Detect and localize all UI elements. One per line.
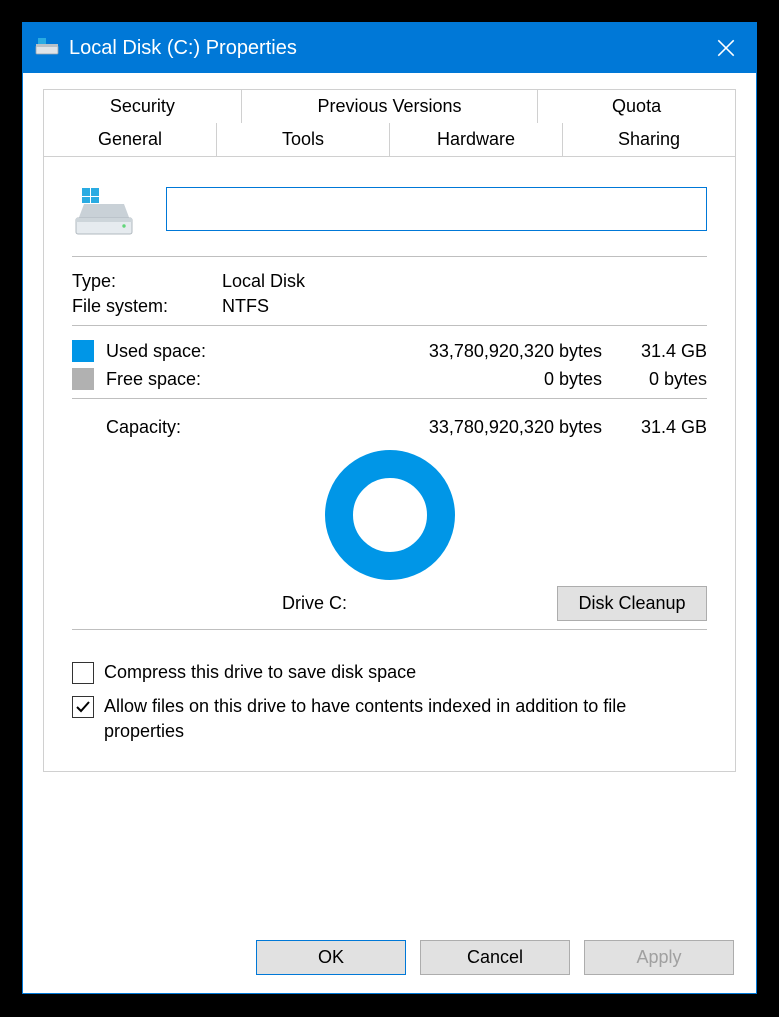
- dialog-footer: OK Cancel Apply: [23, 921, 756, 993]
- tab-security[interactable]: Security: [43, 89, 242, 123]
- filesystem-value: NTFS: [222, 296, 269, 317]
- separator: [72, 398, 707, 399]
- capacity-human: 31.4 GB: [612, 417, 707, 438]
- filesystem-label: File system:: [72, 296, 222, 317]
- drive-icon: [35, 36, 59, 61]
- tab-tools[interactable]: Tools: [217, 123, 390, 157]
- cancel-button[interactable]: Cancel: [420, 940, 570, 975]
- type-row: Type: Local Disk: [72, 271, 707, 292]
- volume-name-input[interactable]: [166, 187, 707, 231]
- disk-large-icon: [72, 184, 136, 234]
- used-space-row: Used space: 33,780,920,320 bytes 31.4 GB: [72, 340, 707, 362]
- ok-button[interactable]: OK: [256, 940, 406, 975]
- separator: [72, 325, 707, 326]
- disk-cleanup-button[interactable]: Disk Cleanup: [557, 586, 707, 621]
- tab-hardware[interactable]: Hardware: [390, 123, 563, 157]
- titlebar[interactable]: Local Disk (C:) Properties: [23, 23, 756, 73]
- free-space-label: Free space:: [106, 369, 246, 390]
- used-color-swatch: [72, 340, 94, 362]
- used-space-bytes: 33,780,920,320 bytes: [246, 341, 612, 362]
- tab-container: Security Previous Versions Quota General…: [43, 89, 736, 772]
- tab-panel-general: Type: Local Disk File system: NTFS Used …: [43, 156, 736, 772]
- capacity-bytes: 33,780,920,320 bytes: [246, 417, 612, 438]
- type-label: Type:: [72, 271, 222, 292]
- window-title: Local Disk (C:) Properties: [69, 37, 696, 60]
- capacity-label: Capacity:: [106, 417, 246, 438]
- free-space-bytes: 0 bytes: [246, 369, 612, 390]
- used-space-human: 31.4 GB: [612, 341, 707, 362]
- separator: [72, 629, 707, 630]
- capacity-row: Capacity: 33,780,920,320 bytes 31.4 GB: [72, 417, 707, 438]
- separator: [72, 256, 707, 257]
- filesystem-row: File system: NTFS: [72, 296, 707, 317]
- compress-label: Compress this drive to save disk space: [104, 660, 707, 684]
- type-value: Local Disk: [222, 271, 305, 292]
- tab-quota[interactable]: Quota: [538, 89, 736, 123]
- content-area: Security Previous Versions Quota General…: [23, 73, 756, 921]
- tab-general[interactable]: General: [43, 123, 217, 157]
- free-space-human: 0 bytes: [612, 369, 707, 390]
- apply-button[interactable]: Apply: [584, 940, 734, 975]
- free-color-swatch: [72, 368, 94, 390]
- used-space-label: Used space:: [106, 341, 246, 362]
- free-space-row: Free space: 0 bytes 0 bytes: [72, 368, 707, 390]
- close-button[interactable]: [696, 23, 756, 73]
- tab-sharing[interactable]: Sharing: [563, 123, 736, 157]
- tab-previous-versions[interactable]: Previous Versions: [242, 89, 538, 123]
- compress-checkbox[interactable]: [72, 662, 94, 684]
- index-label: Allow files on this drive to have conten…: [104, 694, 707, 743]
- donut-icon: [325, 450, 455, 580]
- usage-chart: [72, 450, 707, 580]
- drive-name-label: Drive C:: [282, 593, 347, 613]
- properties-window: Local Disk (C:) Properties Security Prev…: [22, 22, 757, 994]
- index-checkbox[interactable]: [72, 696, 94, 718]
